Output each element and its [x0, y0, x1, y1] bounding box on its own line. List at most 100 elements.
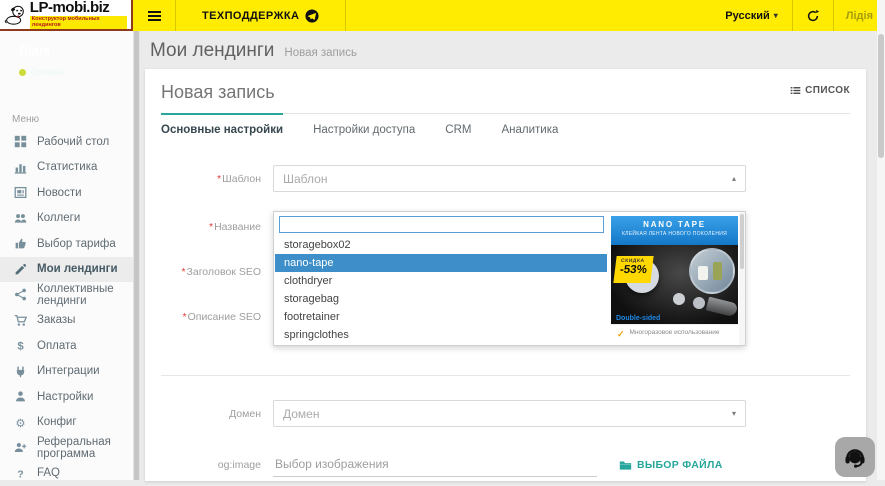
main-content: Мои лендинги Новая запись Новая запись С… [140, 31, 877, 480]
check-icon [617, 324, 625, 341]
template-select[interactable]: Шаблон [273, 165, 746, 192]
choose-file-button[interactable]: ВЫБОР ФАЙЛА [619, 459, 723, 472]
refresh-button[interactable] [793, 0, 833, 31]
language-selector[interactable]: Русский [711, 0, 791, 31]
sidebar-menu-item[interactable]: Заказы [0, 308, 133, 334]
gears-icon [14, 416, 27, 429]
support-button[interactable]: ТЕХПОДДЕРЖКА [176, 0, 345, 31]
page-scrollbar[interactable] [877, 0, 885, 480]
dog-logo-icon [4, 3, 27, 27]
sidebar-item-label: Статистика [37, 161, 97, 173]
preview-subtitle: КЛЕЙКАЯ ЛЕНТА НОВОГО ПОКОЛЕНИЯ [611, 231, 738, 237]
online-status-dot [19, 69, 26, 76]
logo-subtitle: Конструктор мобильных лендингов [30, 16, 127, 29]
tab[interactable]: Основные настройки [161, 113, 283, 146]
chevron-up-icon [732, 174, 736, 183]
sidebar-menu-item[interactable]: Коллективные лендинги [0, 282, 133, 308]
sidebar-item-label: Интеграции [37, 365, 100, 377]
sidebar-scrollbar[interactable] [133, 31, 140, 480]
sidebar-item-label: Заказы [37, 314, 75, 326]
top-bar: LP-mobi.biz Конструктор мобильных лендин… [0, 0, 885, 31]
share-icon [14, 288, 27, 301]
name-field-label: *Название [161, 221, 273, 233]
sidebar-menu-item[interactable]: Настройки [0, 384, 133, 410]
discount-badge: СКИДКА -53% [613, 256, 653, 283]
template-option[interactable]: footretainer [275, 308, 607, 326]
support-chat-widget[interactable] [835, 437, 875, 477]
dollar-icon [14, 339, 27, 352]
sidebar-user-name: Лідія [19, 44, 65, 58]
language-label: Русский [725, 10, 769, 22]
support-headset-icon [842, 444, 868, 470]
menu-section-label: Меню [0, 103, 133, 129]
sidebar-item-label: FAQ [37, 467, 60, 479]
support-label: ТЕХПОДДЕРЖКА [202, 10, 299, 22]
preview-title: NANO TAPE [611, 220, 738, 229]
chart-icon [14, 161, 27, 174]
og-image-input[interactable]: Выбор изображения [273, 453, 597, 477]
template-preview: NANO TAPE КЛЕЙКАЯ ЛЕНТА НОВОГО ПОКОЛЕНИЯ… [611, 216, 738, 340]
domain-select[interactable]: Домен [273, 400, 746, 427]
tab[interactable]: Настройки доступа [313, 113, 415, 146]
form-divider [161, 375, 850, 376]
list-button-label: СПИСОК [805, 85, 850, 96]
sidebar-menu-item[interactable]: Оплата [0, 333, 133, 359]
template-search-input[interactable] [279, 216, 604, 233]
sidebar-menu-item[interactable]: FAQ [0, 461, 133, 486]
sidebar-item-label: Мои лендинги [37, 263, 118, 275]
tape-roll-small [693, 297, 705, 309]
sidebar-item-label: Новости [37, 187, 82, 199]
sidebar-menu-item[interactable]: Конфиг [0, 410, 133, 436]
sidebar-menu-item[interactable]: Статистика [0, 155, 133, 181]
template-option[interactable]: springclothes [275, 326, 607, 344]
sidebar-user-panel: Лідія Онлайн [0, 31, 133, 103]
sidebar-toggle-button[interactable] [141, 0, 167, 31]
sidebar: Лідія Онлайн Меню Рабочий стол Статистик… [0, 31, 133, 480]
sidebar-menu-item[interactable]: Выбор тарифа [0, 231, 133, 257]
sidebar-item-label: Конфиг [37, 416, 77, 428]
preview-header: NANO TAPE КЛЕЙКАЯ ЛЕНТА НОВОГО ПОКОЛЕНИЯ [611, 216, 738, 245]
tape-strip [706, 297, 738, 318]
tape-roll-small [673, 293, 685, 305]
tab[interactable]: CRM [445, 113, 471, 146]
sidebar-menu-item[interactable]: Реферальная программа [0, 435, 133, 461]
og-image-field-label: og:image [161, 459, 273, 471]
template-option[interactable]: storagebag [275, 290, 607, 308]
dropdown-scrollbar[interactable] [739, 212, 745, 345]
record-form: *Шаблон Шаблон *Название *Заголовок SEO [145, 165, 866, 477]
logo-title: LP-mobi.biz [30, 0, 127, 15]
template-field-label: *Шаблон [161, 173, 273, 185]
chevron-down-icon [774, 11, 778, 20]
list-icon [790, 85, 801, 96]
sidebar-menu-item[interactable]: Интеграции [0, 359, 133, 385]
card-title: Новая запись [161, 82, 275, 103]
cart-icon [14, 314, 27, 327]
sidebar-item-label: Оплата [37, 340, 77, 352]
sidebar-item-label: Коллективные лендинги [37, 283, 133, 307]
new-record-card: Новая запись СПИСОК Основные настройки Н… [145, 69, 866, 481]
breadcrumb: Мои лендинги Новая запись [140, 31, 877, 69]
list-button[interactable]: СПИСОК [790, 85, 850, 96]
sidebar-menu-item[interactable]: Коллеги [0, 206, 133, 232]
template-option[interactable]: nano-tape [275, 254, 607, 272]
sidebar-item-label: Коллеги [37, 212, 80, 224]
sidebar-menu-item[interactable]: Рабочий стол [0, 129, 133, 155]
seo-desc-field-label: *Описание SEO [161, 311, 273, 323]
news-icon [14, 186, 27, 199]
page-title: Мои лендинги [150, 40, 274, 62]
tab-bar: Основные настройки Настройки доступа CRM… [161, 113, 850, 147]
sidebar-item-label: Выбор тарифа [37, 238, 116, 250]
folder-icon [619, 459, 632, 472]
sidebar-menu-item[interactable]: Новости [0, 180, 133, 206]
template-option[interactable]: storagebox02 [275, 236, 607, 254]
template-dropdown: storagebox02 nano-tape clothdryer storag… [273, 211, 746, 346]
chevron-down-icon [732, 409, 736, 418]
tab[interactable]: Аналитика [501, 113, 558, 146]
telegram-icon [305, 9, 319, 23]
sidebar-menu-item[interactable]: Мои лендинги [0, 257, 133, 283]
template-option[interactable]: clothdryer [275, 272, 607, 290]
app-logo[interactable]: LP-mobi.biz Конструктор мобильных лендин… [0, 0, 133, 31]
sidebar-menu: Рабочий стол Статистика Новости Коллеги … [0, 129, 133, 486]
domain-field-label: Домен [161, 408, 273, 420]
breadcrumb-sub: Новая запись [284, 47, 357, 59]
